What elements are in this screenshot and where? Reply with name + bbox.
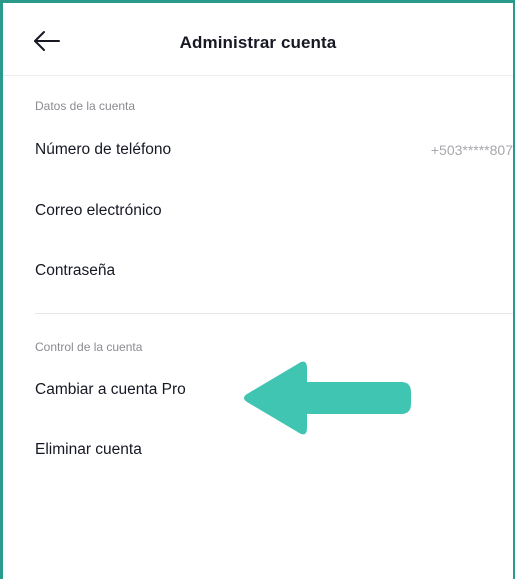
section-header-account-data: Datos de la cuenta xyxy=(35,99,136,113)
section-header-account-control: Control de la cuenta xyxy=(35,340,143,354)
password-label: Contraseña xyxy=(35,262,116,279)
phone-number-row[interactable]: Número de teléfono +503*****807 xyxy=(3,122,513,178)
top-bar: Administrar cuenta xyxy=(3,3,513,76)
email-label: Correo electrónico xyxy=(35,202,162,219)
phone-number-label: Número de teléfono xyxy=(35,141,172,158)
screen-frame: Administrar cuenta Datos de la cuenta Nú… xyxy=(0,0,515,579)
phone-number-value: +503*****807 xyxy=(430,142,513,158)
pointer-arrow-icon xyxy=(244,361,411,435)
switch-to-pro-label: Cambiar a cuenta Pro xyxy=(35,381,186,398)
password-row[interactable]: Contraseña xyxy=(3,243,513,299)
delete-account-label: Eliminar cuenta xyxy=(35,441,142,458)
email-row[interactable]: Correo electrónico xyxy=(3,183,513,239)
page-title: Administrar cuenta xyxy=(179,33,337,52)
section-divider xyxy=(35,313,513,314)
